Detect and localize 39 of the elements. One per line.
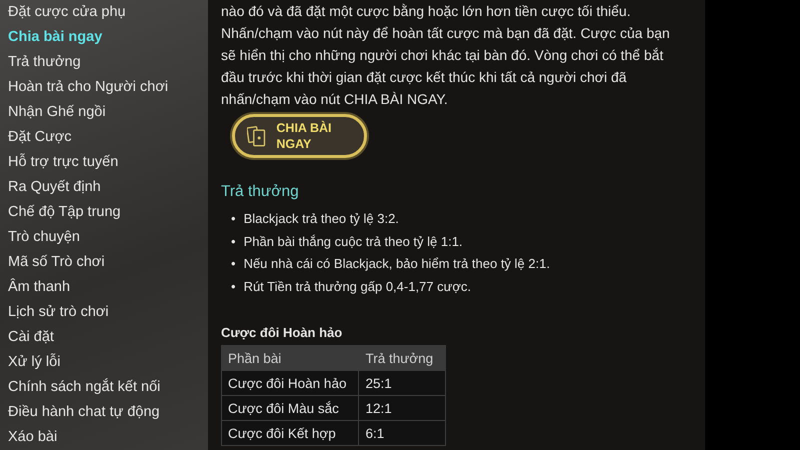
payout-list-item: Blackjack trả theo tỷ lệ 3:2. (244, 210, 399, 228)
sidebar-item[interactable]: Điều hành chat tự động (0, 400, 208, 425)
sidebar-item[interactable]: Ra Quyết định (0, 175, 208, 200)
sidebar-item[interactable]: Chia bài ngay (0, 25, 208, 50)
table-cell: 25:1 (358, 370, 446, 396)
payout-list-item: Nếu nhà cái có Blackjack, bảo hiểm trả theo tỷ lệ 2:1. (244, 255, 550, 273)
sidebar-item[interactable]: Xáo bài (0, 425, 208, 450)
bullet-marker: • (231, 210, 236, 228)
sidebar-item[interactable]: Chế độ Tập trung (0, 200, 208, 225)
deal-now-button[interactable]: CHIA BÀI NGAY (232, 114, 367, 158)
instruction-paragraph: nào đó và đã đặt một cược bằng hoặc lớn hơn tiền cược tối thiểu. Nhấn/chạm vào nút này để hoàn tất cược mà bạn đã đặt. Cược của bạn sẽ hiển thị cho những người chơi khác tại bàn đó. Vòng chơi có thể bắt đầu trước khi thời gian đặt cược kết thúc khi tất cả người chơi đã nhấn/chạm vào nút CHIA BÀI NGAY. (221, 2, 671, 109)
table-cell: Cược đôi Hoàn hảo (222, 370, 359, 396)
bullet-marker: • (231, 278, 236, 296)
bullet-marker: • (231, 255, 236, 273)
sidebar-item[interactable]: Nhận Ghế ngồi (0, 100, 208, 125)
sidebar-item[interactable]: Hỗ trợ trực tuyến (0, 150, 208, 175)
sidebar-item[interactable]: Âm thanh (0, 275, 208, 300)
sidebar-item[interactable]: Đặt Cược (0, 125, 208, 150)
table-cell: 6:1 (358, 420, 446, 446)
sidebar-item[interactable]: Hoàn trả cho Người chơi (0, 75, 208, 100)
table-cell: Cược đôi Kết hợp (222, 420, 359, 446)
sidebar-item[interactable]: Lịch sử trò chơi (0, 300, 208, 325)
sidebar-item[interactable]: Trò chuyện (0, 225, 208, 250)
bullet-marker: • (231, 232, 236, 250)
payout-list-item: Rút Tiền trả thưởng gấp 0,4-1,77 cược. (244, 278, 471, 296)
sidebar-item[interactable]: Xử lý lỗi (0, 350, 208, 375)
sidebar-item[interactable]: Đặt cược cửa phụ (0, 0, 208, 25)
sidebar-item[interactable]: Trả thưởng (0, 50, 208, 75)
cards-icon (247, 125, 266, 147)
table-title: Cược đôi Hoàn hảo (221, 324, 344, 342)
table-cell: 12:1 (358, 396, 446, 420)
column-header: Phần bài (222, 346, 359, 370)
section-heading: Trả thưởng (221, 182, 300, 202)
table-cell: Cược đôi Màu sắc (222, 396, 359, 420)
sidebar-item[interactable]: Chính sách ngắt kết nối (0, 375, 208, 400)
sidebar-item[interactable]: Cài đặt (0, 325, 208, 350)
sidebar-item[interactable]: Mã số Trò chơi (0, 250, 208, 275)
payout-list-item: Phần bài thắng cuộc trả theo tỷ lệ 1:1. (244, 232, 463, 251)
column-header: Trả thưởng (358, 346, 446, 370)
